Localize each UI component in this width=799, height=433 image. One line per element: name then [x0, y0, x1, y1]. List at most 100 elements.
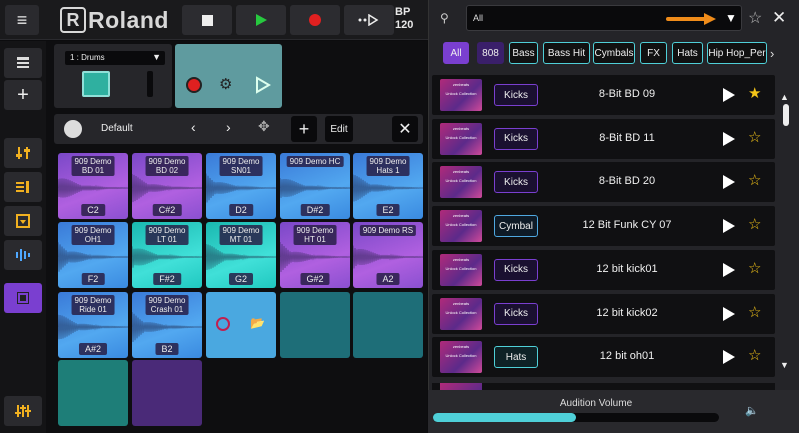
- scrollbar-thumb[interactable]: [783, 104, 789, 126]
- record-button[interactable]: [290, 5, 340, 35]
- track-dropdown-value: 1 : Drums: [70, 53, 105, 62]
- drum-pad[interactable]: 909 Demo HT 01 G#2: [280, 222, 350, 288]
- add-kit-button[interactable]: +: [291, 116, 317, 142]
- category-chip[interactable]: Hip Hop_Per: [707, 42, 767, 64]
- drum-pad[interactable]: 909 Demo OH1 F2: [58, 222, 128, 288]
- close-icon: ✕: [398, 121, 412, 138]
- preview-play-icon[interactable]: [722, 87, 736, 103]
- empty-pad-drop-target[interactable]: 📂: [206, 292, 276, 358]
- empty-pad[interactable]: [280, 292, 350, 358]
- sample-thumbnail: zenbeats Unlock Collection: [440, 341, 482, 374]
- drum-pad[interactable]: 909 Demo Hats 1 E2: [353, 153, 423, 219]
- edit-kit-button[interactable]: Edit: [325, 116, 353, 142]
- pad-note: C2: [81, 204, 105, 216]
- star-outline-icon[interactable]: ☆: [748, 259, 761, 279]
- scroll-up-icon[interactable]: ▲: [780, 92, 789, 102]
- pad-note: F2: [81, 273, 105, 285]
- drum-pad[interactable]: 909 Demo RS A2: [353, 222, 423, 288]
- pad-label-line: 909 Demo: [296, 226, 334, 235]
- sample-thumbnail: zenbeats Unlock Collection: [440, 79, 482, 111]
- clip-record-icon[interactable]: [186, 77, 202, 93]
- category-chip[interactable]: 808: [477, 42, 504, 64]
- drum-pad[interactable]: 909 Demo MT 01 G2: [206, 222, 276, 288]
- mixer-button[interactable]: [4, 396, 42, 426]
- stop-button[interactable]: [182, 5, 232, 35]
- song-list-button[interactable]: [4, 48, 42, 78]
- category-chip[interactable]: All: [443, 42, 469, 64]
- selected-clip[interactable]: ⚙: [175, 44, 282, 108]
- close-browser-icon[interactable]: ✕: [772, 8, 786, 28]
- kit-next-icon[interactable]: ›: [226, 119, 231, 135]
- sample-category-tag[interactable]: Kicks: [494, 84, 538, 106]
- menu-button[interactable]: ≡: [5, 5, 39, 35]
- drum-pad[interactable]: 909 Demo SN01 D2: [206, 153, 276, 219]
- browser-toggle-button[interactable]: [4, 240, 42, 270]
- volume-slider[interactable]: [433, 413, 719, 422]
- sample-category-tag[interactable]: Kicks: [494, 258, 538, 281]
- add-track-button[interactable]: +: [4, 80, 42, 110]
- star-outline-icon[interactable]: ☆: [748, 346, 761, 366]
- scroll-down-icon[interactable]: ▼: [780, 360, 789, 370]
- pad-view-button[interactable]: [4, 283, 42, 313]
- sample-row[interactable]: zenbeats Unlock Collection Kicks 8-Bit BD 2…: [432, 162, 775, 203]
- sample-row[interactable]: zenbeats Unlock Collection Kicks 12 bit kic…: [432, 293, 775, 334]
- drum-pad[interactable]: 909 Demo LT 01 F#2: [132, 222, 202, 288]
- drum-pad[interactable]: 909 Demo Ride 01 A#2: [58, 292, 128, 358]
- track-dropdown[interactable]: 1 : Drums ▼: [65, 51, 165, 65]
- empty-pad[interactable]: [353, 292, 423, 358]
- drum-pad[interactable]: 909 Demo Crash 01 B2: [132, 292, 202, 358]
- category-chip[interactable]: Hats: [672, 42, 703, 64]
- pad-note: C#2: [152, 204, 182, 216]
- sample-category-tag[interactable]: Kicks: [494, 302, 538, 325]
- pad-note: E2: [376, 204, 400, 216]
- drum-pad[interactable]: 909 Demo BD 02 C#2: [132, 153, 202, 219]
- preview-play-icon[interactable]: [722, 349, 736, 365]
- favorites-star-icon[interactable]: ☆: [748, 8, 762, 28]
- sample-category-tag[interactable]: Hats: [494, 346, 538, 369]
- preview-play-icon[interactable]: [722, 131, 736, 147]
- chips-scroll-right-icon[interactable]: ›: [770, 46, 774, 61]
- mixer-fx-button[interactable]: [4, 138, 42, 168]
- star-outline-icon[interactable]: ☆: [748, 215, 761, 235]
- preview-play-icon[interactable]: [722, 174, 736, 190]
- drum-pad[interactable]: 909 Demo HC D#2: [280, 153, 350, 219]
- sample-category-tag[interactable]: Kicks: [494, 127, 538, 150]
- empty-pad[interactable]: [58, 360, 128, 426]
- track-card[interactable]: 1 : Drums ▼: [54, 44, 172, 108]
- pad-label-line: 909 Demo: [148, 296, 186, 305]
- sample-row[interactable]: zenbeats Unlock Collection Kicks 8-Bit BD 1…: [432, 118, 775, 159]
- import-button[interactable]: [4, 206, 42, 236]
- sample-row[interactable]: zenbeats Unlock Collection Hats 12 bit oh01…: [432, 337, 775, 378]
- kit-prev-icon[interactable]: ‹: [191, 119, 196, 135]
- category-chip[interactable]: Bass Hit: [543, 42, 590, 64]
- loop-button[interactable]: [344, 5, 394, 35]
- close-kit-button[interactable]: ✕: [392, 116, 418, 142]
- category-chip[interactable]: Bass: [509, 42, 538, 64]
- sample-category-tag[interactable]: Kicks: [494, 171, 538, 194]
- kit-name: Default: [101, 123, 133, 134]
- pad-label-line: 909 Demo: [74, 226, 112, 235]
- settings-gear-icon[interactable]: ⚙: [219, 75, 232, 93]
- instrument-edit-button[interactable]: [4, 172, 42, 202]
- clip-play-icon[interactable]: [255, 76, 271, 94]
- preview-play-icon[interactable]: [722, 262, 736, 278]
- sample-row[interactable]: zenbeats Unlock Collection Kicks 8-Bit BD 0…: [432, 75, 775, 115]
- preview-play-icon[interactable]: [722, 218, 736, 234]
- drum-pad[interactable]: 909 Demo BD 01 C2: [58, 153, 128, 219]
- sample-category-tag[interactable]: Cymbal: [494, 215, 538, 238]
- star-outline-icon[interactable]: ☆: [748, 128, 761, 148]
- category-chip[interactable]: FX: [640, 42, 667, 64]
- category-chip[interactable]: Cymbals: [593, 42, 635, 64]
- sample-row[interactable]: zenbeats Unlock Collection Kicks 12 bit kic…: [432, 249, 775, 290]
- bpm-label: BP: [395, 6, 411, 18]
- star-filled-icon[interactable]: ★: [748, 84, 761, 104]
- star-outline-icon[interactable]: ☆: [748, 303, 761, 323]
- sample-row[interactable]: zenbeats Unlock Collection Cymbal 12 Bit Fu…: [432, 206, 775, 247]
- chevron-down-icon[interactable]: ▼: [725, 11, 737, 25]
- tempo-display[interactable]: BP 120: [395, 6, 413, 32]
- star-outline-icon[interactable]: ☆: [748, 171, 761, 191]
- preview-play-icon[interactable]: [722, 306, 736, 322]
- play-button[interactable]: [236, 5, 286, 35]
- kit-move-icon[interactable]: ✥: [258, 118, 270, 135]
- empty-pad[interactable]: [132, 360, 202, 426]
